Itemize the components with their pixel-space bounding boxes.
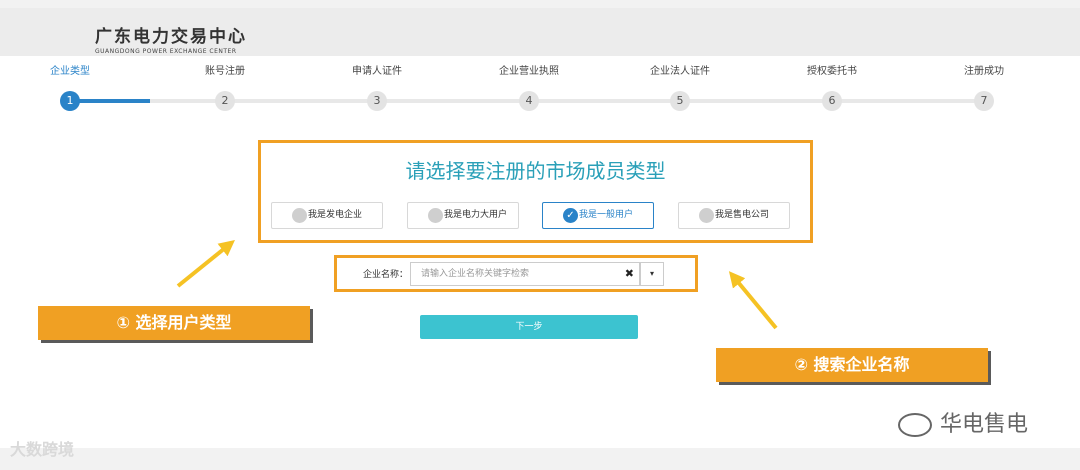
option-label: 我是一般用户 (579, 210, 634, 220)
registration-panel (0, 56, 1080, 448)
logo-title: 广东电力交易中心 (95, 27, 247, 47)
step-number: 2 (215, 91, 235, 111)
step-power-of-attorney[interactable]: 授权委托书 6 (777, 65, 887, 111)
chevron-down-icon[interactable]: ▾ (640, 262, 664, 286)
step-label: 企业营业执照 (499, 66, 559, 77)
company-name-label: 企业名称： (363, 270, 409, 280)
option-label: 我是发电企业 (308, 210, 363, 220)
company-name-input[interactable]: 请输入企业名称关键字检索 ✖ (410, 262, 640, 286)
step-number: 5 (670, 91, 690, 111)
step-legal-person-id[interactable]: 企业法人证件 5 (625, 65, 735, 111)
progress-track-active (70, 99, 150, 103)
step-enterprise-type[interactable]: 企业类型 1 (15, 65, 125, 111)
step-number: 6 (822, 91, 842, 111)
radio-icon (699, 208, 714, 223)
step-applicant-id[interactable]: 申请人证件 3 (322, 65, 432, 111)
site-header: 广东电力交易中心 GUANGDONG POWER EXCHANGE CENTER (0, 8, 1080, 56)
member-type-section: 请选择要注册的市场成员类型 我是发电企业 我是电力大用户 ✓ 我是一般用户 我是… (258, 140, 813, 243)
step-label: 企业类型 (50, 66, 90, 77)
watermark-right: 华电售电 (898, 406, 1028, 438)
radio-icon (428, 208, 443, 223)
step-label: 注册成功 (964, 66, 1004, 77)
watermark-right-text: 华电售电 (940, 412, 1029, 437)
type-option-general-user[interactable]: ✓ 我是一般用户 (542, 202, 654, 229)
type-option-retail-company[interactable]: 我是售电公司 (678, 202, 790, 229)
option-label: 我是售电公司 (715, 210, 770, 220)
step-number: 1 (60, 91, 80, 111)
wechat-icon (898, 413, 932, 437)
clear-icon[interactable]: ✖ (625, 263, 634, 285)
next-step-button[interactable]: 下一步 (420, 315, 638, 339)
step-label: 企业法人证件 (650, 66, 710, 77)
type-option-large-user[interactable]: 我是电力大用户 (407, 202, 519, 229)
callout-select-user-type: ① 选择用户类型 (38, 306, 310, 340)
radio-icon (292, 208, 307, 223)
logo-subtitle: GUANGDONG POWER EXCHANGE CENTER (95, 48, 237, 55)
option-label: 我是电力大用户 (444, 210, 508, 220)
step-number: 3 (367, 91, 387, 111)
step-label: 账号注册 (205, 66, 245, 77)
step-number: 4 (519, 91, 539, 111)
step-registration-success[interactable]: 注册成功 7 (929, 65, 1039, 111)
step-number: 7 (974, 91, 994, 111)
company-name-placeholder: 请输入企业名称关键字检索 (421, 269, 530, 279)
company-search-section: 企业名称： 请输入企业名称关键字检索 ✖ ▾ (334, 255, 698, 292)
step-account-registration[interactable]: 账号注册 2 (170, 65, 280, 111)
step-label: 申请人证件 (352, 66, 402, 77)
step-label: 授权委托书 (807, 66, 857, 77)
check-icon: ✓ (563, 208, 578, 223)
type-option-power-generation[interactable]: 我是发电企业 (271, 202, 383, 229)
watermark-left: 大数跨境 (10, 440, 75, 459)
member-type-title: 请选择要注册的市场成员类型 (405, 159, 666, 183)
step-business-license[interactable]: 企业营业执照 4 (474, 65, 584, 111)
callout-search-company: ② 搜索企业名称 (716, 348, 988, 382)
